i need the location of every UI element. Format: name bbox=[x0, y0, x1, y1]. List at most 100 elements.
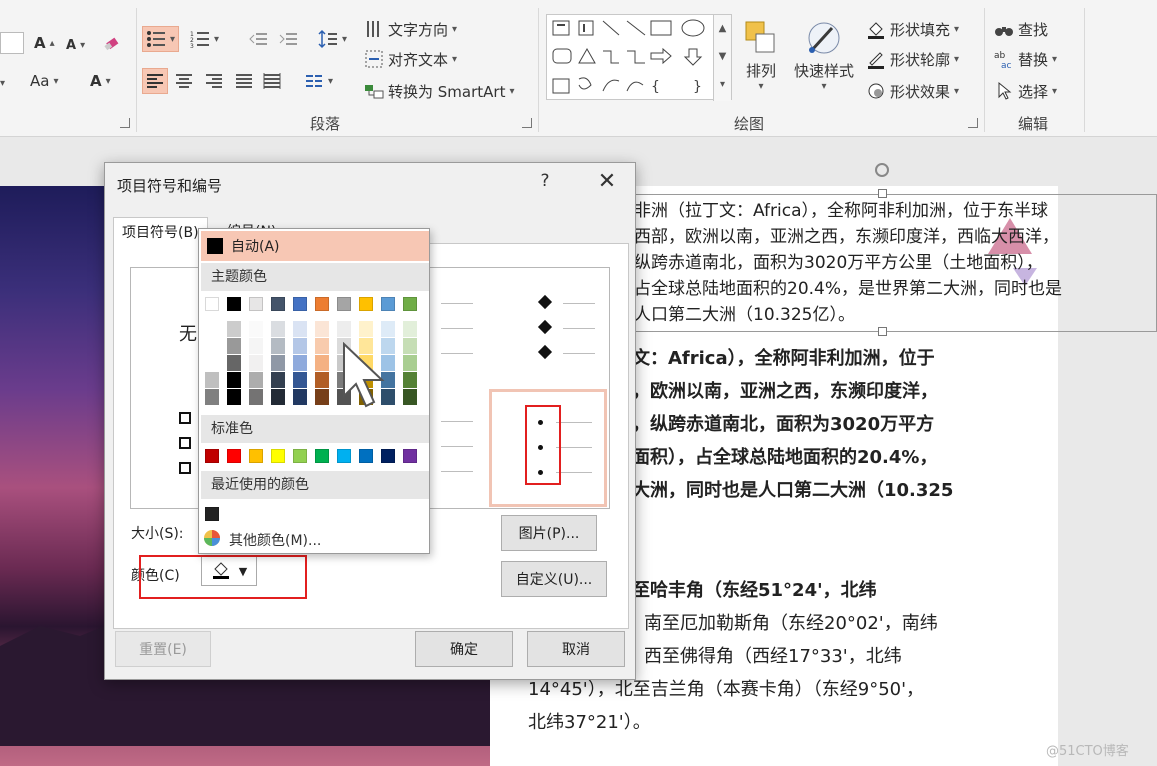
theme-color-swatch[interactable] bbox=[271, 389, 285, 405]
theme-color-swatch[interactable] bbox=[205, 321, 219, 337]
font-color-button[interactable]: A ▾ bbox=[90, 68, 111, 94]
resize-handle-bottom[interactable] bbox=[878, 327, 887, 336]
theme-color-swatch[interactable] bbox=[403, 355, 417, 371]
line-spacing-button[interactable]: ▾ bbox=[318, 26, 347, 52]
theme-color-swatch[interactable] bbox=[271, 372, 285, 388]
distributed-button[interactable] bbox=[262, 68, 282, 94]
standard-color-swatch[interactable] bbox=[205, 449, 219, 463]
bullets-button[interactable]: ▾ bbox=[142, 26, 180, 52]
standard-color-swatch[interactable] bbox=[249, 449, 263, 463]
theme-color-swatch[interactable] bbox=[293, 355, 307, 371]
tab-bullets[interactable]: 项目符号(B) bbox=[113, 217, 208, 245]
standard-color-swatch[interactable] bbox=[315, 449, 329, 463]
decrease-indent-button[interactable] bbox=[248, 26, 268, 52]
theme-color-swatch[interactable] bbox=[249, 321, 263, 337]
cancel-button[interactable]: 取消 bbox=[527, 631, 625, 667]
theme-color-swatch[interactable] bbox=[205, 355, 219, 371]
close-icon[interactable]: ✕ bbox=[595, 171, 619, 193]
theme-color-swatch[interactable] bbox=[227, 389, 241, 405]
standard-color-swatch[interactable] bbox=[271, 449, 285, 463]
theme-color-swatch[interactable] bbox=[249, 355, 263, 371]
align-left-button[interactable] bbox=[142, 68, 168, 94]
clear-format-button[interactable] bbox=[102, 30, 122, 56]
theme-color-swatch[interactable] bbox=[337, 297, 351, 311]
theme-color-swatch[interactable] bbox=[249, 389, 263, 405]
drawing-dialog-launcher[interactable] bbox=[968, 118, 978, 128]
theme-color-swatch[interactable] bbox=[271, 355, 285, 371]
theme-color-swatch[interactable] bbox=[315, 321, 329, 337]
theme-color-swatch[interactable] bbox=[403, 297, 417, 311]
textbox-text[interactable]: 非洲（拉丁文：Africa），全称阿非利加洲，位于东半球 西部，欧洲以南，亚洲之… bbox=[634, 198, 1154, 328]
quick-styles-button[interactable]: 快速样式 ▾ bbox=[794, 20, 854, 92]
numbering-button[interactable]: 1 2 3 ▾ bbox=[190, 26, 219, 52]
theme-color-swatch[interactable] bbox=[271, 297, 285, 311]
auto-color-item[interactable]: 自动(A) bbox=[201, 231, 429, 261]
standard-color-swatch[interactable] bbox=[359, 449, 373, 463]
theme-color-swatch[interactable] bbox=[249, 372, 263, 388]
shape-outline-button[interactable]: 形状轮廓 ▾ bbox=[866, 46, 959, 72]
theme-color-swatch[interactable] bbox=[403, 338, 417, 354]
change-case-button[interactable]: Aa ▾ bbox=[30, 68, 58, 94]
custom-button[interactable]: 自定义(U)... bbox=[501, 561, 607, 597]
standard-color-swatch[interactable] bbox=[293, 449, 307, 463]
theme-color-swatch[interactable] bbox=[403, 389, 417, 405]
resize-handle-top[interactable] bbox=[878, 189, 887, 198]
arrange-button[interactable]: 排列 ▾ bbox=[744, 20, 778, 92]
more-colors-item[interactable]: 其他颜色(M)... bbox=[203, 529, 321, 551]
theme-color-swatch[interactable] bbox=[381, 321, 395, 337]
standard-color-swatch[interactable] bbox=[227, 449, 241, 463]
align-text-button[interactable]: 对齐文本 ▾ bbox=[364, 46, 457, 72]
theme-color-swatch[interactable] bbox=[271, 338, 285, 354]
shrink-font-button[interactable]: A ▾ bbox=[66, 32, 85, 58]
shape-fill-button[interactable]: 形状填充 ▾ bbox=[866, 16, 959, 42]
rotation-handle[interactable] bbox=[875, 163, 889, 177]
increase-indent-button[interactable] bbox=[278, 26, 298, 52]
recent-color-swatch[interactable] bbox=[205, 507, 219, 521]
theme-color-swatch[interactable] bbox=[249, 338, 263, 354]
standard-color-swatch[interactable] bbox=[381, 449, 395, 463]
theme-color-swatch[interactable] bbox=[403, 372, 417, 388]
theme-color-swatch[interactable] bbox=[315, 297, 329, 311]
shapes-gallery-scroll[interactable]: ▲ ▼ ▾ bbox=[713, 15, 731, 101]
theme-color-swatch[interactable] bbox=[271, 321, 285, 337]
theme-color-swatch[interactable] bbox=[293, 338, 307, 354]
text-direction-button[interactable]: 文字方向 ▾ bbox=[364, 16, 457, 42]
columns-button[interactable]: ▾ bbox=[304, 68, 333, 94]
paragraph-dialog-launcher[interactable] bbox=[522, 118, 532, 128]
theme-color-swatch[interactable] bbox=[227, 372, 241, 388]
theme-color-swatch[interactable] bbox=[403, 321, 417, 337]
font-dialog-launcher[interactable] bbox=[120, 118, 130, 128]
shapes-gallery[interactable]: { } ▲ ▼ ▾ bbox=[546, 14, 732, 101]
theme-color-swatch[interactable] bbox=[205, 389, 219, 405]
shape-effects-button[interactable]: 形状效果 ▾ bbox=[866, 78, 959, 104]
theme-color-swatch[interactable] bbox=[227, 355, 241, 371]
theme-color-swatch[interactable] bbox=[205, 372, 219, 388]
theme-color-swatch[interactable] bbox=[293, 297, 307, 311]
theme-color-swatch[interactable] bbox=[293, 321, 307, 337]
theme-color-swatch[interactable] bbox=[315, 372, 329, 388]
replace-button[interactable]: ab ac 替换 ▾ bbox=[994, 46, 1057, 72]
theme-color-swatch[interactable] bbox=[381, 297, 395, 311]
theme-color-swatch[interactable] bbox=[249, 297, 263, 311]
theme-color-swatch[interactable] bbox=[205, 338, 219, 354]
standard-color-swatch[interactable] bbox=[337, 449, 351, 463]
theme-color-swatch[interactable] bbox=[205, 297, 219, 311]
convert-smartart-button[interactable]: 转换为 SmartArt ▾ bbox=[364, 78, 514, 104]
align-center-button[interactable] bbox=[174, 68, 194, 94]
picture-button[interactable]: 图片(P)... bbox=[501, 515, 597, 551]
select-button[interactable]: 选择 ▾ bbox=[994, 78, 1057, 104]
theme-color-swatch[interactable] bbox=[293, 389, 307, 405]
font-size-dropdown[interactable] bbox=[0, 30, 24, 56]
find-button[interactable]: 查找 bbox=[994, 16, 1048, 42]
theme-color-swatch[interactable] bbox=[315, 355, 329, 371]
color-dropdown[interactable]: 自动(A) 主题颜色 标准色 最近使用的颜色 其他颜色(M)... bbox=[198, 228, 430, 554]
theme-color-swatch[interactable] bbox=[315, 338, 329, 354]
theme-color-swatch[interactable] bbox=[359, 297, 373, 311]
theme-color-swatch[interactable] bbox=[293, 372, 307, 388]
theme-color-swatch[interactable] bbox=[315, 389, 329, 405]
theme-color-swatch[interactable] bbox=[227, 338, 241, 354]
grow-font-button[interactable]: A ▴ bbox=[34, 30, 55, 56]
standard-color-swatch[interactable] bbox=[403, 449, 417, 463]
align-right-button[interactable] bbox=[204, 68, 224, 94]
text-effect-button[interactable]: ▾ bbox=[0, 70, 5, 96]
